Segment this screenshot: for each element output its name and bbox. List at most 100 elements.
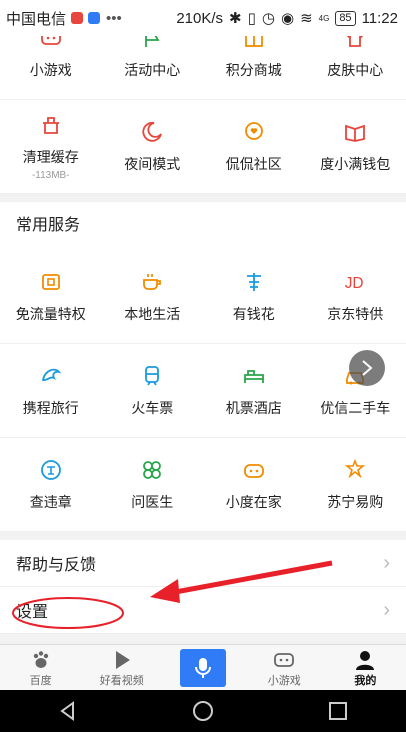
service-label: 机票酒店 bbox=[225, 399, 282, 416]
more-dots-icon: ••• bbox=[106, 9, 122, 27]
robot-icon bbox=[242, 458, 266, 482]
bed-icon bbox=[242, 364, 266, 388]
sim-card-icon bbox=[39, 270, 63, 294]
tab-3[interactable]: 小游戏 bbox=[244, 645, 325, 691]
flag-icon bbox=[140, 36, 164, 50]
coffee-cup-icon bbox=[140, 270, 164, 294]
mic-icon bbox=[180, 648, 226, 688]
gamepad-icon bbox=[272, 648, 296, 672]
service-label: 优信二手车 bbox=[320, 399, 391, 416]
tab-4[interactable]: 我的 bbox=[325, 645, 406, 691]
tab-0[interactable]: 百度 bbox=[0, 645, 81, 691]
gamepad-icon bbox=[39, 36, 63, 50]
services-card: 常用服务 免流量特权 本地生活 有钱花 JD 京东特供携程旅行 火车票 机票酒店 优信二手车查… bbox=[0, 202, 406, 532]
tool-item[interactable]: 小游戏 bbox=[0, 36, 102, 100]
money-icon bbox=[242, 270, 266, 294]
tool-label: 小游戏 bbox=[29, 61, 72, 78]
tool-item[interactable]: 夜间模式 bbox=[101, 100, 203, 194]
services-title: 常用服务 bbox=[16, 217, 81, 234]
chat-heart-icon bbox=[242, 120, 266, 144]
service-label: 问医生 bbox=[131, 493, 174, 510]
annotation-overlay bbox=[12, 560, 333, 629]
tool-item[interactable]: 活动中心 bbox=[101, 36, 203, 100]
play-icon bbox=[110, 648, 134, 672]
annotation-circle bbox=[12, 597, 124, 629]
trash-icon bbox=[39, 113, 63, 137]
wallet-icon bbox=[343, 120, 367, 144]
tool-label: 皮肤中心 bbox=[327, 61, 384, 78]
next-page-button[interactable] bbox=[349, 350, 385, 386]
dolphin-icon bbox=[39, 364, 63, 388]
service-item[interactable]: JD 京东特供 bbox=[304, 250, 406, 344]
alarm-icon: ◷ bbox=[261, 10, 275, 27]
service-label: 京东特供 bbox=[327, 305, 384, 322]
user-icon bbox=[353, 648, 377, 672]
battery-icon: 85 bbox=[335, 10, 356, 26]
notification-app-icon bbox=[88, 12, 101, 24]
status-bar: 中国电信 ••• 210K/s ✱ ▯ ◷ ◉ ≋ 4G 85 11:22 bbox=[0, 0, 406, 36]
service-label: 火车票 bbox=[131, 399, 174, 416]
service-label: 小度在家 bbox=[225, 493, 282, 510]
notification-app-icon bbox=[71, 12, 84, 24]
service-label: 免流量特权 bbox=[15, 305, 86, 322]
service-item[interactable]: 有钱花 bbox=[203, 250, 305, 344]
annotation-arrowhead bbox=[150, 579, 180, 603]
service-item[interactable]: 查违章 bbox=[0, 438, 102, 532]
bottom-tab-bar: 百度 好看视频 小游戏 我的 bbox=[0, 644, 406, 691]
tool-label: 活动中心 bbox=[124, 61, 181, 78]
service-item[interactable]: 机票酒店 bbox=[203, 344, 305, 438]
annotation-arrow bbox=[169, 560, 333, 596]
content-scroll[interactable]: 小游戏 活动中心 积分商城 皮肤中心 清理缓存 -113MB- 夜间模式 侃侃社区 度小满钱包 … bbox=[0, 36, 406, 644]
train-icon bbox=[140, 364, 164, 388]
service-label: 苏宁易购 bbox=[327, 493, 384, 510]
tab-1[interactable]: 好看视频 bbox=[81, 645, 162, 691]
service-item[interactable]: 苏宁易购 bbox=[304, 438, 406, 532]
service-item[interactable]: 免流量特权 bbox=[0, 250, 102, 344]
carrier-text: 中国电信 bbox=[6, 10, 67, 28]
tool-item[interactable]: 清理缓存 -113MB- bbox=[0, 100, 102, 194]
service-label: 查违章 bbox=[29, 493, 72, 510]
paw-icon bbox=[29, 648, 53, 672]
clock-text: 11:22 bbox=[361, 9, 398, 27]
tool-label: 积分商城 bbox=[225, 61, 282, 78]
back-icon[interactable] bbox=[57, 700, 79, 722]
top-tools-grid: 小游戏 活动中心 积分商城 皮肤中心清理缓存 -113MB- 夜间模式 侃侃社区 度小满钱包 bbox=[0, 36, 406, 194]
bluetooth-icon: ✱ bbox=[229, 10, 242, 27]
suning-icon bbox=[343, 458, 367, 482]
tool-label: 度小满钱包 bbox=[320, 155, 391, 172]
service-item[interactable]: 小度在家 bbox=[203, 438, 305, 532]
vibrate-icon: ▯ bbox=[247, 10, 256, 27]
service-item[interactable]: 本地生活 bbox=[101, 250, 203, 344]
tool-label: 夜间模式 bbox=[124, 155, 181, 172]
service-item[interactable]: 问医生 bbox=[101, 438, 203, 532]
wifi-icon: ≋ bbox=[300, 10, 313, 27]
clover-icon bbox=[140, 458, 164, 482]
service-label: 本地生活 bbox=[124, 305, 181, 322]
top-tools-card: 小游戏 活动中心 积分商城 皮肤中心清理缓存 -113MB- 夜间模式 侃侃社区 度小满钱包 bbox=[0, 36, 406, 194]
moon-icon bbox=[140, 120, 164, 144]
tool-item[interactable]: 侃侃社区 bbox=[203, 100, 305, 194]
tool-item[interactable]: 皮肤中心 bbox=[304, 36, 406, 100]
gift-icon bbox=[242, 36, 266, 50]
violation-icon bbox=[39, 458, 63, 482]
tool-item[interactable]: 积分商城 bbox=[203, 36, 305, 100]
home-icon[interactable] bbox=[192, 700, 214, 722]
svg-text:JD: JD bbox=[345, 275, 364, 292]
tab-label: 我的 bbox=[354, 675, 377, 687]
recents-icon[interactable] bbox=[327, 700, 349, 722]
speed-text: 210K/s bbox=[176, 9, 224, 27]
eye-icon: ◉ bbox=[280, 10, 295, 27]
tool-item[interactable]: 度小满钱包 bbox=[304, 100, 406, 194]
service-item[interactable]: 火车票 bbox=[101, 344, 203, 438]
tool-label: 侃侃社区 bbox=[225, 155, 282, 172]
shirt-icon bbox=[343, 36, 367, 50]
network-type-text: 4G bbox=[318, 13, 330, 23]
service-label: 有钱花 bbox=[232, 305, 275, 322]
service-item[interactable]: 携程旅行 bbox=[0, 344, 102, 438]
tab-label: 好看视频 bbox=[99, 675, 144, 687]
voice-search-button[interactable] bbox=[162, 645, 243, 691]
tool-label: 清理缓存 bbox=[22, 148, 79, 165]
tab-label: 小游戏 bbox=[267, 675, 301, 687]
tab-label: 百度 bbox=[29, 675, 52, 687]
services-grid: 免流量特权 本地生活 有钱花 JD 京东特供携程旅行 火车票 机票酒店 优信二手车查违章 问医生… bbox=[0, 250, 406, 532]
